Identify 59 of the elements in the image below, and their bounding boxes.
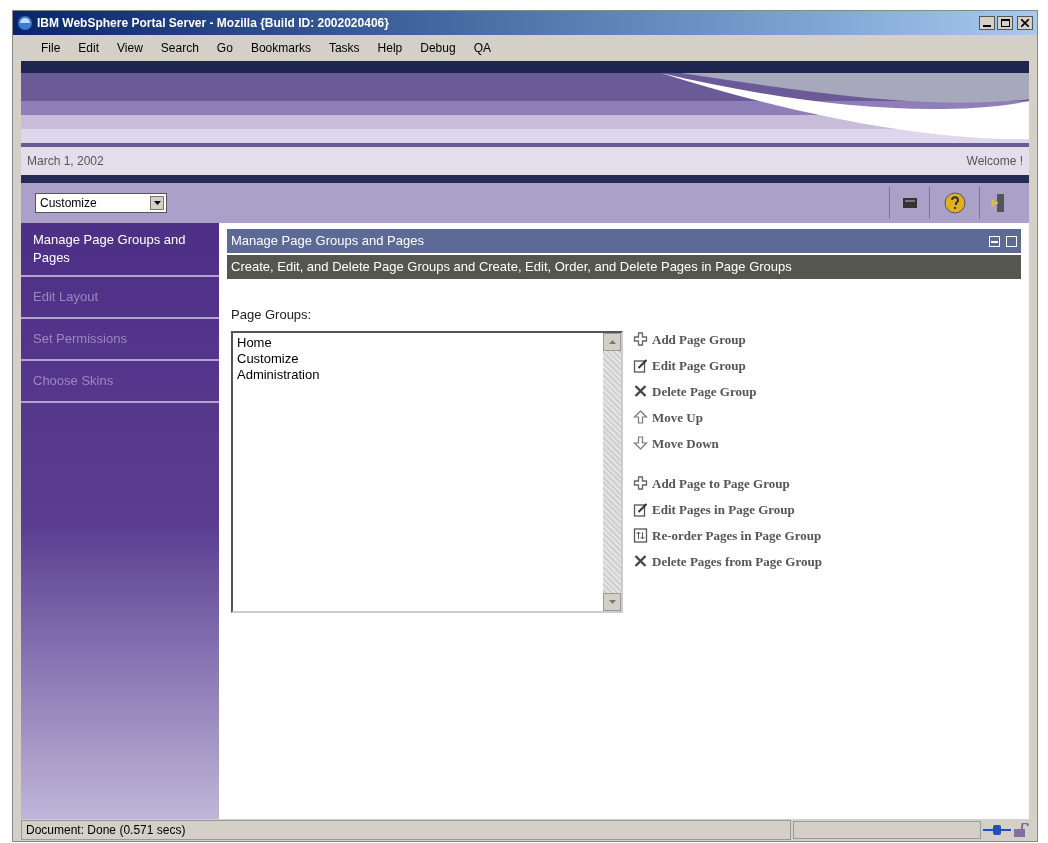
menu-item[interactable]: Tasks [328, 39, 360, 57]
scrollbar[interactable] [603, 332, 621, 611]
folder-icon [902, 198, 917, 208]
app-icon [17, 15, 33, 31]
menu-item[interactable]: Edit [78, 39, 100, 57]
action-link[interactable]: Delete Pages from Page Group [652, 551, 822, 572]
edit-icon [633, 358, 648, 373]
reorder-icon [633, 528, 648, 543]
place-select[interactable]: Customize [35, 193, 167, 213]
lock-icon [1013, 823, 1029, 837]
page-groups-list[interactable]: Home Customize Administration [231, 330, 623, 613]
portlet-title: Manage Page Groups and Pages [231, 232, 424, 251]
scroll-down-icon [608, 599, 616, 604]
action-link[interactable]: Add Page to Page Group [652, 473, 790, 494]
action-link[interactable]: Add Page Group [652, 329, 746, 350]
minimize-icon [989, 235, 1000, 247]
logout-icon [990, 193, 1005, 213]
list-item[interactable]: Administration [237, 366, 599, 383]
delete-icon [633, 384, 648, 399]
maximize-icon [1000, 19, 1010, 27]
action-link[interactable]: Move Up [652, 407, 703, 428]
help-icon [943, 192, 966, 214]
action-link[interactable]: Delete Page Group [652, 381, 757, 402]
menu-item[interactable]: Bookmarks [250, 39, 311, 57]
minimize-button[interactable] [979, 16, 995, 30]
maximize-button[interactable] [997, 16, 1013, 30]
menu-item[interactable]: File [41, 39, 61, 57]
action-link[interactable]: Move Down [652, 433, 719, 454]
list-item[interactable]: Customize [237, 350, 599, 367]
welcome-text: Welcome ! [966, 153, 1023, 170]
close-icon [1021, 19, 1029, 27]
minimize-icon [983, 25, 991, 27]
portlet-description: Create, Edit, and Delete Page Groups and Create, Edit, Order, and Delete Pages in Page Groups [227, 255, 1021, 279]
maximize-icon [1006, 235, 1017, 247]
menu-item[interactable]: Go [216, 39, 233, 57]
menu-item[interactable]: View [117, 39, 143, 57]
scroll-up-icon [608, 339, 616, 344]
date-text: March 1, 2002 [27, 153, 104, 170]
window-title: IBM WebSphere Portal Server - Mozilla {Build ID: 2002020406} [37, 15, 390, 32]
menu-item[interactable]: Search [160, 39, 199, 57]
plus-icon [633, 332, 648, 347]
menu-item[interactable]: QA [473, 39, 491, 57]
close-button[interactable] [1017, 16, 1033, 30]
plus-icon [633, 476, 648, 491]
dropdown-arrow-icon [153, 201, 161, 205]
action-link[interactable]: Edit Page Group [652, 355, 746, 376]
edit-icon [633, 502, 648, 517]
list-label: Page Groups: [231, 306, 313, 324]
up-arrow-icon [633, 410, 648, 425]
delete-icon [633, 554, 648, 569]
list-item[interactable]: Home [237, 334, 599, 351]
action-link[interactable]: Re-order Pages in Page Group [652, 525, 822, 546]
menu-item[interactable]: Help [377, 39, 403, 57]
down-arrow-icon [633, 436, 648, 451]
sidebar-item[interactable]: Manage Page Groups and Pages [21, 223, 219, 277]
menu-item[interactable]: Debug [420, 39, 456, 57]
action-link[interactable]: Edit Pages in Page Group [652, 499, 795, 520]
connection-icon [983, 824, 1011, 836]
status-text: Document: Done (0.571 secs) [21, 820, 791, 840]
